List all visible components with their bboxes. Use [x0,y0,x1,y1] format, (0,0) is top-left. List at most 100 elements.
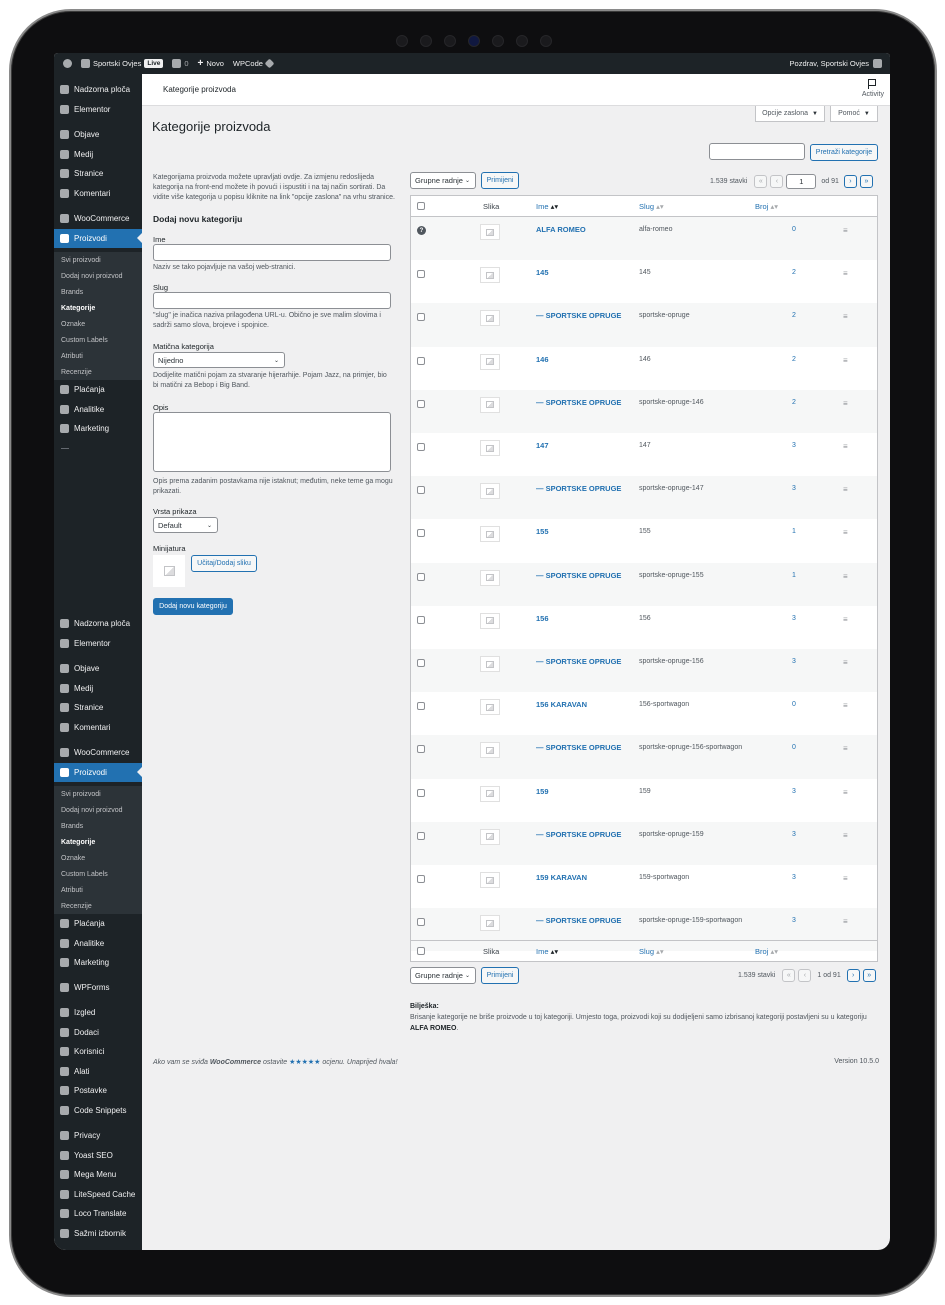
last-page-button[interactable]: » [859,175,873,188]
drag-handle-icon[interactable]: ≡ [843,226,848,235]
menu-item-stranice[interactable]: Stranice [54,698,142,717]
column-count[interactable]: Broj ▴▾ [755,947,778,956]
menu-item-wpforms[interactable]: WPForms [54,978,142,997]
category-name-link[interactable]: 146 [536,355,549,364]
slug-input[interactable] [153,292,391,309]
submenu-item-atributi[interactable]: Atributi [54,348,142,364]
category-name-link[interactable]: 156 KARAVAN [536,700,587,709]
submenu-item-oznake[interactable]: Oznake [54,316,142,332]
submenu-item-svi-proizvodi[interactable]: Svi proizvodi [54,786,142,802]
activity-button[interactable]: Activity [862,79,884,98]
menu-item-yoast-seo[interactable]: Yoast SEO [54,1146,142,1165]
category-name-link[interactable]: 159 [536,787,549,796]
category-name-link[interactable]: — SPORTSKE OPRUGE [536,657,621,666]
row-checkbox[interactable] [417,788,425,797]
category-count-link[interactable]: 3 [792,874,796,881]
menu-item-alati[interactable]: Alati [54,1062,142,1081]
drag-handle-icon[interactable]: ≡ [843,615,848,624]
drag-handle-icon[interactable]: ≡ [843,831,848,840]
category-count-link[interactable]: 1 [792,572,796,579]
menu-item-objave[interactable]: Objave [54,125,142,144]
submenu-item-recenzije[interactable]: Recenzije [54,364,142,380]
select-all-checkbox[interactable] [417,202,425,210]
menu-item-elementor[interactable]: Elementor [54,100,142,119]
menu-item-stranice[interactable]: Stranice [54,164,142,183]
drag-handle-icon[interactable]: ≡ [843,528,848,537]
drag-handle-icon[interactable]: ≡ [843,485,848,494]
category-count-link[interactable]: 3 [792,788,796,795]
menu-item-nadzorna-plo-a[interactable]: Nadzorna ploča [54,80,142,99]
menu-item-privacy[interactable]: Privacy [54,1126,142,1145]
category-name-link[interactable]: — SPORTSKE OPRUGE [536,743,621,752]
search-categories-button[interactable]: Pretraži kategorije [810,144,878,161]
row-checkbox[interactable] [417,399,425,408]
category-name-link[interactable]: — SPORTSKE OPRUGE [536,571,621,580]
drag-handle-icon[interactable]: ≡ [843,399,848,408]
submenu-item-kategorije[interactable]: Kategorije [54,834,142,850]
drag-handle-icon[interactable]: ≡ [843,442,848,451]
submenu-item-dodaj-novi-proizvod[interactable]: Dodaj novi proizvod [54,802,142,818]
category-name-link[interactable]: — SPORTSKE OPRUGE [536,916,621,925]
upload-image-button[interactable]: Učitaj/Dodaj sliku [191,555,257,572]
menu-item-medij[interactable]: Medij [54,679,142,698]
category-name-link[interactable]: ALFA ROMEO [536,225,586,234]
apply-button-bottom[interactable]: Primijeni [481,967,519,984]
name-input[interactable] [153,244,391,261]
default-category-help-icon[interactable]: ? [417,226,426,235]
submenu-item-brands[interactable]: Brands [54,284,142,300]
column-name[interactable]: Ime ▴▾ [536,947,558,956]
submenu-item-dodaj-novi-proizvod[interactable]: Dodaj novi proizvod [54,268,142,284]
column-slug[interactable]: Slug ▴▾ [639,947,664,956]
row-checkbox[interactable] [417,745,425,754]
menu-item-izgled[interactable]: Izgled [54,1003,142,1022]
row-checkbox[interactable] [417,529,425,538]
column-name[interactable]: Ime ▴▾ [536,202,558,211]
comments-link[interactable]: 0 [172,59,189,68]
wpcode-link[interactable]: WPCode [233,58,275,69]
menu-item-sa-mi-izbornik[interactable]: Sažmi izbornik [54,1224,142,1243]
menu-item-loco-translate[interactable]: Loco Translate [54,1204,142,1223]
menu-item-komentari[interactable]: Komentari [54,184,142,203]
menu-item-mega-menu[interactable]: Mega Menu [54,1165,142,1184]
menu-item-woocommerce[interactable]: WooCommerce [54,209,142,228]
category-name-link[interactable]: 147 [536,441,549,450]
site-name-link[interactable]: Sportski Ovjes Live [81,59,164,68]
menu-item-pla-anja[interactable]: Plaćanja [54,380,142,399]
rating-stars-link[interactable]: ★★★★★ [289,1059,320,1066]
prev-page-button[interactable]: ‹ [770,175,784,188]
first-page-button[interactable]: « [782,969,796,982]
screen-options-button[interactable]: Opcije zaslona ▼ [755,106,825,122]
column-count[interactable]: Broj ▴▾ [755,202,778,211]
menu-item-proizvodi[interactable]: Proizvodi [54,228,142,248]
select-all-checkbox-footer[interactable] [417,947,425,955]
wordpress-logo-icon[interactable] [63,59,72,68]
category-name-link[interactable]: 145 [536,268,549,277]
category-count-link[interactable]: 1 [792,528,796,535]
apply-button[interactable]: Primijeni [481,172,519,189]
menu-item-analitike[interactable]: Analitike [54,400,142,419]
menu-item-korisnici[interactable]: Korisnici [54,1042,142,1061]
prev-page-button[interactable]: ‹ [798,969,812,982]
submenu-item-custom-labels[interactable]: Custom Labels [54,332,142,348]
category-count-link[interactable]: 3 [792,658,796,665]
row-checkbox[interactable] [417,702,425,711]
category-count-link[interactable]: 0 [792,701,796,708]
submenu-item-brands[interactable]: Brands [54,818,142,834]
category-count-link[interactable]: 0 [792,226,796,233]
row-checkbox[interactable] [417,831,425,840]
display-type-select[interactable]: Default ⌄ [153,517,218,533]
category-name-link[interactable]: — SPORTSKE OPRUGE [536,311,621,320]
drag-handle-icon[interactable]: ≡ [843,701,848,710]
menu-item-elementor[interactable]: Elementor [54,634,142,653]
row-checkbox[interactable] [417,572,425,581]
category-count-link[interactable]: 3 [792,615,796,622]
menu-item-dodaci[interactable]: Dodaci [54,1023,142,1042]
drag-handle-icon[interactable]: ≡ [843,312,848,321]
category-name-link[interactable]: 155 [536,527,549,536]
drag-handle-icon[interactable]: ≡ [843,658,848,667]
row-checkbox[interactable] [417,486,425,495]
drag-handle-icon[interactable]: ≡ [843,269,848,278]
drag-handle-icon[interactable]: ≡ [843,572,848,581]
menu-item-nadzorna-plo-a[interactable]: Nadzorna ploča [54,614,142,633]
submenu-item-kategorije[interactable]: Kategorije [54,300,142,316]
